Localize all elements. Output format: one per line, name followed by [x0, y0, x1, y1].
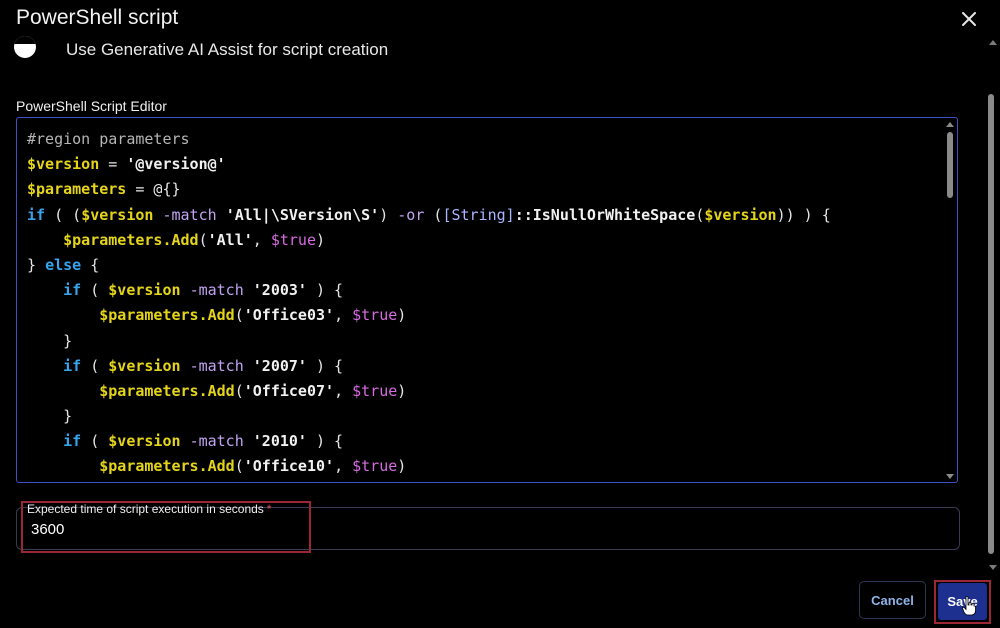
code-line: } [27, 407, 73, 426]
page-scroll-down-icon[interactable] [989, 565, 997, 570]
page-scrollbar[interactable] [986, 40, 998, 570]
script-editor[interactable]: #region parameters $version = '@version@'… [16, 117, 958, 483]
cancel-button[interactable]: Cancel [859, 581, 926, 619]
code-line: #region parameters [27, 130, 190, 148]
code-line: $parameters.Add('Office07', $true) [99, 381, 407, 400]
genai-toggle[interactable] [14, 36, 36, 58]
editor-label: PowerShell Script Editor [16, 98, 167, 114]
code-line: if ( $version -match '2003' ) { [63, 281, 344, 300]
code-line: $parameters = @{} [27, 180, 181, 199]
execution-time-input[interactable]: 3600 [31, 521, 64, 538]
code-line: $parameters.Add('All', $true) [63, 230, 326, 249]
code-line: $parameters.Add('Office03', $true) [99, 306, 407, 325]
editor-scroll-thumb[interactable] [947, 132, 953, 198]
code-line: if ( $version -match '2010' ) { [63, 432, 344, 451]
page-scroll-up-icon[interactable] [989, 40, 997, 45]
code-line: if ( $version -match '2007' ) { [63, 356, 344, 375]
page-scroll-thumb[interactable] [988, 94, 994, 554]
code-line: if ( ($version -match 'All|\SVersion\S')… [27, 205, 831, 224]
execution-time-label: Expected time of script execution in sec… [27, 502, 272, 516]
code-line: } else { [27, 255, 100, 274]
genai-toggle-label: Use Generative AI Assist for script crea… [66, 40, 389, 59]
dialog-title: PowerShell script [16, 6, 179, 29]
close-button[interactable] [958, 8, 980, 30]
editor-scrollbar[interactable] [943, 118, 957, 482]
scroll-up-arrow-icon[interactable] [946, 122, 954, 127]
code-line: $version = '@version@' [27, 155, 226, 174]
scroll-down-arrow-icon[interactable] [946, 474, 954, 479]
code-line: } [27, 331, 73, 350]
close-icon [962, 12, 976, 26]
required-indicator: * [266, 502, 272, 516]
script-code[interactable]: #region parameters $version = '@version@'… [27, 127, 831, 480]
code-line: $parameters.Add('Office10', $true) [99, 457, 407, 476]
hand-cursor-icon [962, 596, 976, 616]
